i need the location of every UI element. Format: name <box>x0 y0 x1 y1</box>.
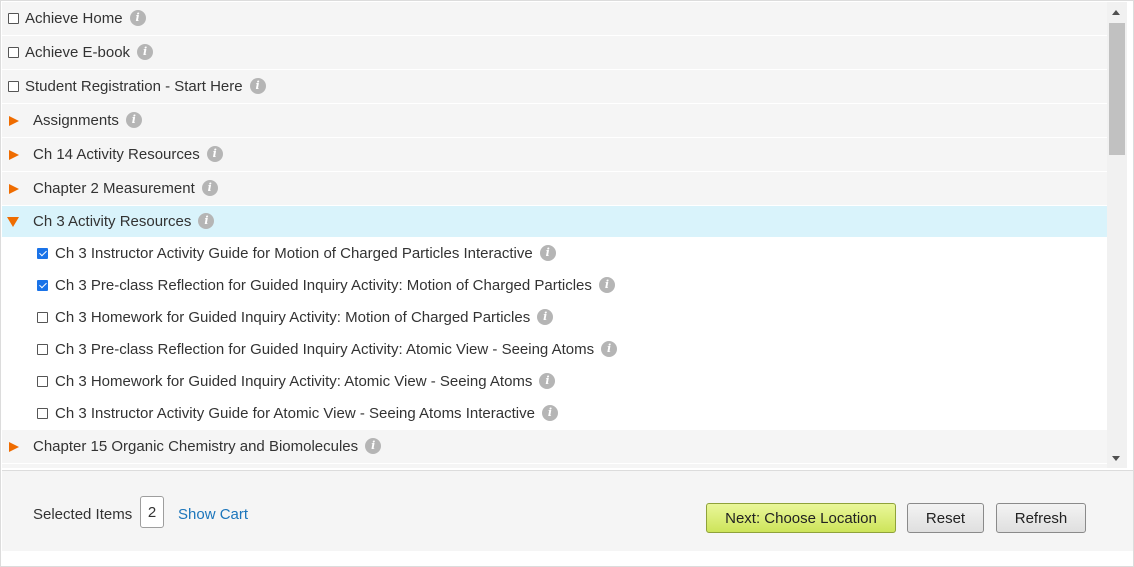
checkbox[interactable] <box>37 248 48 259</box>
item-label: Ch 3 Instructor Activity Guide for Motio… <box>55 244 533 262</box>
content-tree: Achieve Home i Achieve E-book i Student Re… <box>2 2 1107 468</box>
selected-items-label: Selected Items <box>33 506 133 523</box>
tree-folder-chapter15[interactable]: Chapter 15 Organic Chemistry and Biomole… <box>2 430 1107 464</box>
checkbox[interactable] <box>8 47 19 58</box>
tree-child-item[interactable]: Ch 3 Homework for Guided Inquiry Activit… <box>2 366 1107 398</box>
tree-child-item[interactable]: Ch 3 Homework for Guided Inquiry Activit… <box>2 302 1107 334</box>
footer-bar: Selected Items 2 Show Cart Next: Choose … <box>2 470 1133 551</box>
checkbox[interactable] <box>37 344 48 355</box>
info-icon[interactable]: i <box>249 78 266 95</box>
scrollbar-thumb[interactable] <box>1109 23 1125 155</box>
tree-item-achieve-ebook[interactable]: Achieve E-book i <box>2 36 1107 70</box>
content-picker-panel: Achieve Home i Achieve E-book i Student Re… <box>0 0 1134 567</box>
tree-child-item[interactable]: Ch 3 Instructor Activity Guide for Atomi… <box>2 398 1107 430</box>
item-label: Ch 3 Homework for Guided Inquiry Activit… <box>55 308 531 326</box>
checkbox[interactable] <box>37 280 48 291</box>
tree-child-item[interactable]: Ch 3 Pre-class Reflection for Guided Inq… <box>2 270 1107 302</box>
info-icon[interactable]: i <box>129 10 146 27</box>
expand-arrow-icon[interactable] <box>9 149 19 160</box>
collapse-arrow-icon[interactable] <box>7 216 19 227</box>
tree-child-item[interactable]: Ch 3 Pre-class Reflection for Guided Inq… <box>2 334 1107 366</box>
info-icon[interactable]: i <box>365 438 382 455</box>
info-icon[interactable]: i <box>541 405 558 422</box>
item-label: Student Registration - Start Here <box>25 77 243 95</box>
folder-label: Ch 3 Activity Resources <box>33 212 192 230</box>
tree-folder-ch3[interactable]: Ch 3 Activity Resources i <box>2 206 1107 238</box>
item-label: Ch 3 Instructor Activity Guide for Atomi… <box>55 404 535 422</box>
folder-label: Ch 14 Activity Resources <box>33 145 200 163</box>
refresh-button[interactable]: Refresh <box>996 503 1086 533</box>
checkbox[interactable] <box>37 312 48 323</box>
tree-item-student-registration[interactable]: Student Registration - Start Here i <box>2 70 1107 104</box>
checkbox[interactable] <box>8 13 19 24</box>
item-label: Achieve E-book <box>25 43 131 61</box>
info-icon[interactable]: i <box>125 112 142 129</box>
info-icon[interactable]: i <box>537 309 554 326</box>
tree-folder-assignments[interactable]: Assignments i <box>2 104 1107 138</box>
tree-folder-chapter2[interactable]: Chapter 2 Measurement i <box>2 172 1107 206</box>
item-label: Ch 3 Pre-class Reflection for Guided Inq… <box>55 276 592 294</box>
checkbox[interactable] <box>37 376 48 387</box>
reset-button[interactable]: Reset <box>907 503 984 533</box>
checkbox[interactable] <box>37 408 48 419</box>
folder-label: Chapter 15 Organic Chemistry and Biomole… <box>33 437 359 455</box>
expand-arrow-icon[interactable] <box>9 183 19 194</box>
info-icon[interactable]: i <box>539 373 556 390</box>
info-icon[interactable]: i <box>598 277 615 294</box>
next-choose-location-button[interactable]: Next: Choose Location <box>706 503 896 533</box>
item-label: Ch 3 Pre-class Reflection for Guided Inq… <box>55 340 595 358</box>
expand-arrow-icon[interactable] <box>9 115 19 126</box>
folder-label: Chapter 2 Measurement <box>33 179 195 197</box>
tree-row-partial <box>2 464 1107 468</box>
info-icon[interactable]: i <box>198 213 215 230</box>
vertical-scrollbar[interactable] <box>1107 2 1127 468</box>
info-icon[interactable]: i <box>206 146 223 163</box>
info-icon[interactable]: i <box>601 341 618 358</box>
tree-item-achieve-home[interactable]: Achieve Home i <box>2 2 1107 36</box>
info-icon[interactable]: i <box>539 245 556 262</box>
item-label: Ch 3 Homework for Guided Inquiry Activit… <box>55 372 533 390</box>
info-icon[interactable]: i <box>137 44 154 61</box>
folder-label: Assignments <box>33 111 119 129</box>
show-cart-link[interactable]: Show Cart <box>178 506 248 523</box>
tree-child-item[interactable]: Ch 3 Instructor Activity Guide for Motio… <box>2 238 1107 270</box>
scroll-down-arrow-icon[interactable] <box>1112 456 1120 461</box>
info-icon[interactable]: i <box>201 180 218 197</box>
expand-arrow-icon[interactable] <box>9 441 19 452</box>
scroll-up-arrow-icon[interactable] <box>1112 10 1120 15</box>
selected-count-badge: 2 <box>140 496 164 528</box>
checkbox[interactable] <box>8 81 19 92</box>
tree-folder-ch14[interactable]: Ch 14 Activity Resources i <box>2 138 1107 172</box>
item-label: Achieve Home <box>25 9 123 27</box>
